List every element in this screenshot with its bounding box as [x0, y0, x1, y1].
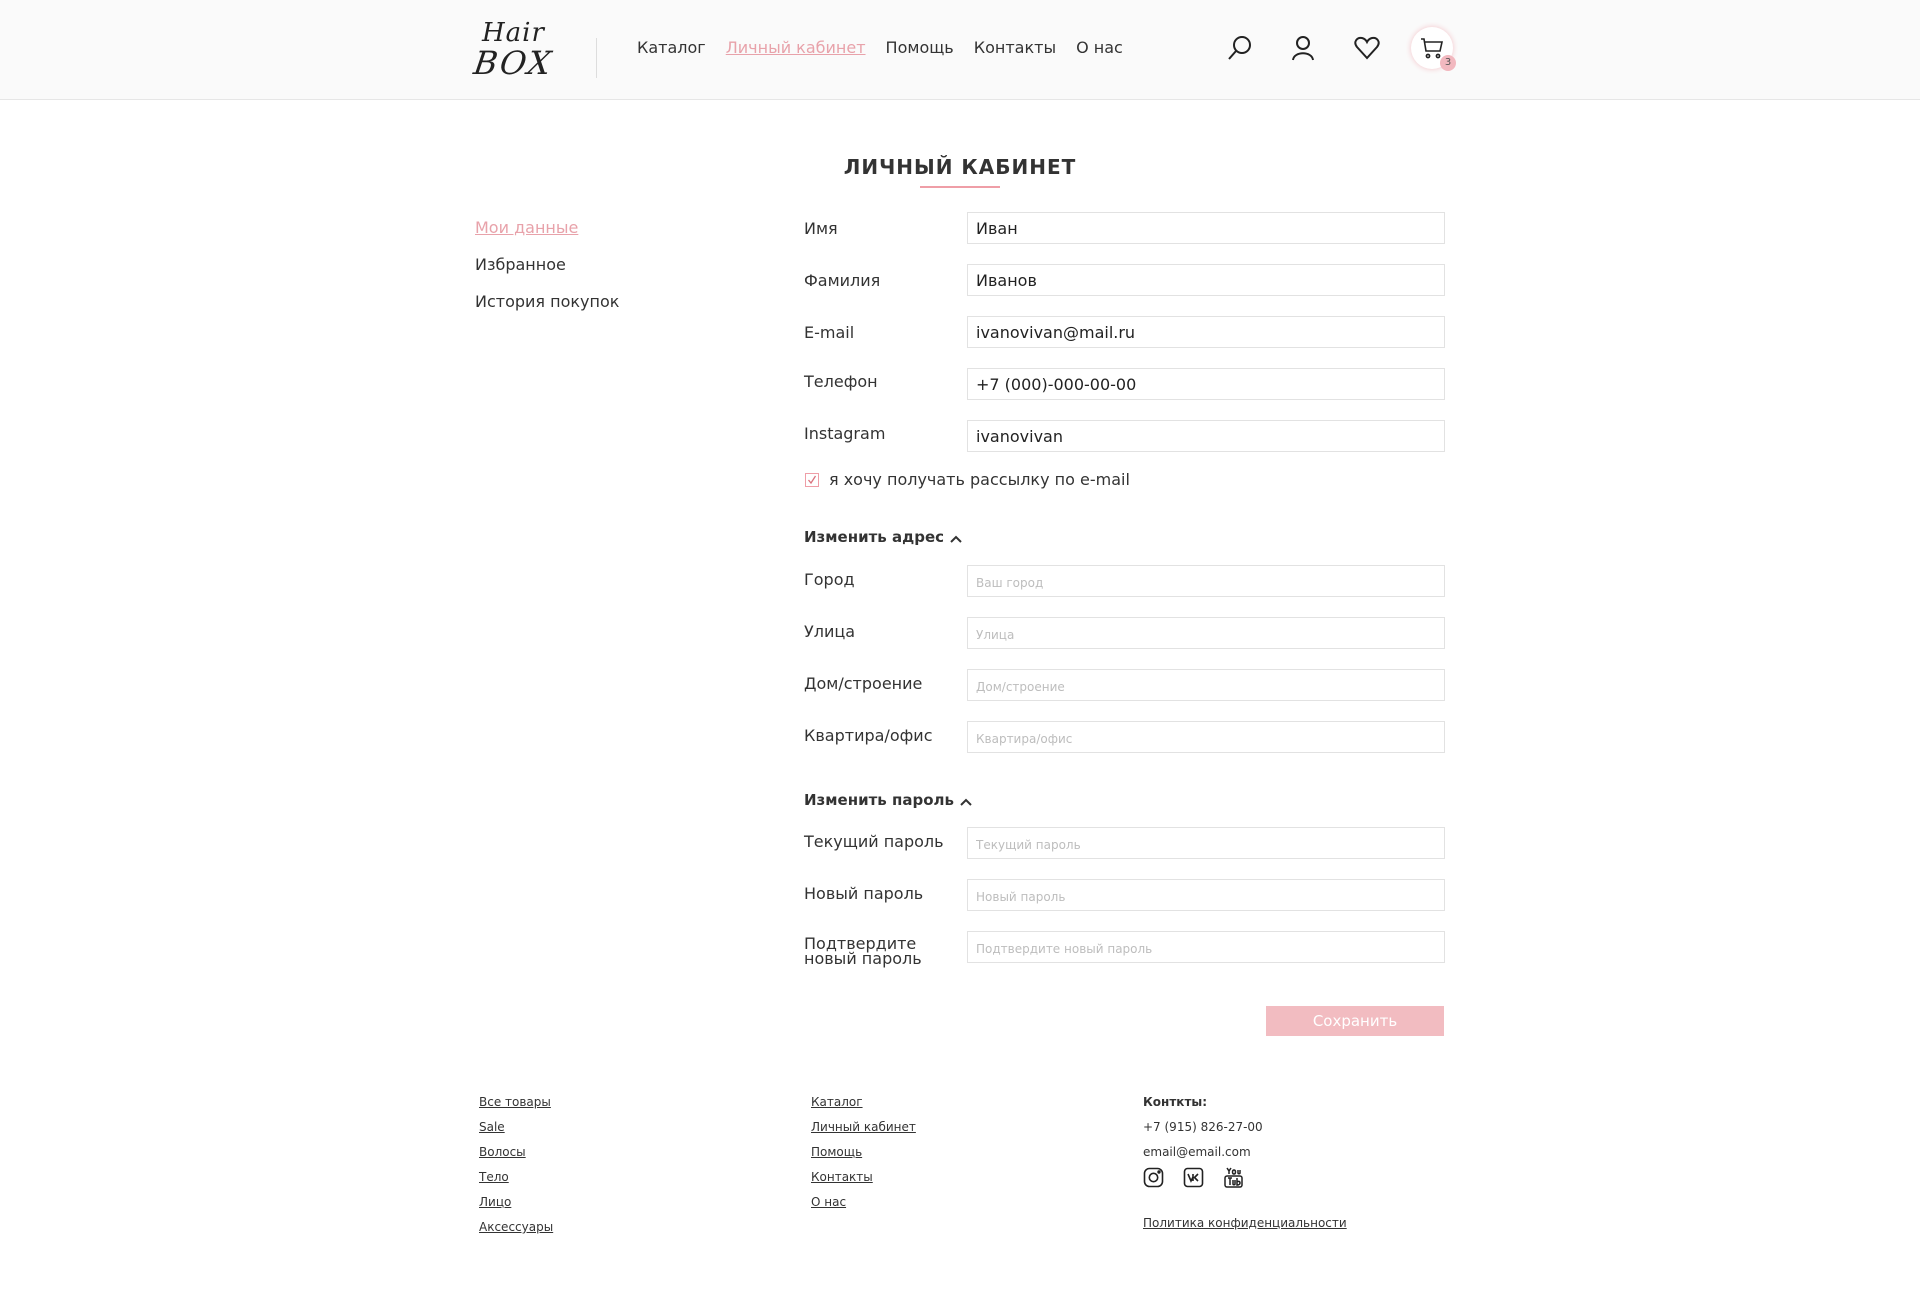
footer-link-accessories[interactable]: Аксессуары: [479, 1220, 553, 1245]
sidebar-item-favorites[interactable]: Избранное: [475, 255, 619, 275]
footer-link-contacts[interactable]: Контакты: [811, 1170, 916, 1195]
search-icon[interactable]: [1226, 34, 1254, 62]
newsletter-label: я хочу получать рассылку по e-mail: [829, 470, 1130, 489]
site-header: Hair BOX Каталог Личный кабинет Помощь К…: [0, 0, 1920, 100]
footer-phone[interactable]: +7 (915) 826-27-00: [1143, 1120, 1263, 1145]
current-password-label: Текущий пароль: [804, 832, 944, 851]
password-toggle[interactable]: Изменить пароль: [804, 791, 972, 810]
title-underline: [920, 186, 1000, 188]
footer-link-catalog[interactable]: Каталог: [811, 1095, 916, 1120]
footer-link-all-products[interactable]: Все товары: [479, 1095, 553, 1120]
footer-site-links: Каталог Личный кабинет Помощь Контакты О…: [811, 1095, 916, 1220]
phone-label: Телефон: [804, 372, 878, 391]
street-label: Улица: [804, 622, 856, 641]
instagram-icon[interactable]: [1143, 1167, 1164, 1188]
new-password-label: Новый пароль: [804, 884, 924, 903]
password-heading: Изменить пароль: [804, 791, 954, 809]
nav-catalog[interactable]: Каталог: [637, 38, 706, 57]
confirm-password-label: Подтвердите новый пароль: [804, 936, 922, 968]
logo[interactable]: Hair BOX: [471, 18, 556, 82]
cart-count-badge: 3: [1440, 55, 1456, 71]
header-divider: [596, 38, 597, 78]
sidebar-item-my-data[interactable]: Мои данные: [475, 218, 619, 238]
first-name-field[interactable]: [967, 212, 1445, 244]
footer-link-sale[interactable]: Sale: [479, 1120, 553, 1145]
building-field[interactable]: [967, 669, 1445, 701]
street-field[interactable]: [967, 617, 1445, 649]
footer-shop-links: Все товары Sale Волосы Тело Лицо Аксессу…: [479, 1095, 553, 1245]
confirm-password-field[interactable]: [967, 931, 1445, 963]
chevron-up-icon: [960, 792, 972, 810]
phone-field[interactable]: [967, 368, 1445, 400]
footer-link-about[interactable]: О нас: [811, 1195, 916, 1220]
nav-about[interactable]: О нас: [1076, 38, 1123, 57]
footer-link-help[interactable]: Помощь: [811, 1145, 916, 1170]
user-icon[interactable]: [1289, 34, 1317, 62]
nav-account[interactable]: Личный кабинет: [726, 38, 866, 57]
sidebar-item-purchase-history[interactable]: История покупок: [475, 292, 619, 312]
cart-icon: [1421, 38, 1443, 59]
building-label: Дом/строение: [804, 674, 923, 693]
footer-link-account[interactable]: Личный кабинет: [811, 1120, 916, 1145]
first-name-label: Имя: [804, 219, 838, 238]
new-password-field[interactable]: [967, 879, 1445, 911]
last-name-label: Фамилия: [804, 271, 881, 290]
vk-icon[interactable]: [1183, 1167, 1204, 1188]
footer-link-hair[interactable]: Волосы: [479, 1145, 553, 1170]
email-field[interactable]: [967, 316, 1445, 348]
footer-contacts: Конткты: +7 (915) 826-27-00 email@email.…: [1143, 1095, 1263, 1170]
footer-link-face[interactable]: Лицо: [479, 1195, 553, 1220]
account-sidebar: Мои данные Избранное История покупок: [475, 218, 619, 329]
email-label: E-mail: [804, 323, 855, 342]
apartment-field[interactable]: [967, 721, 1445, 753]
logo-line2: BOX: [471, 44, 556, 82]
apartment-label: Квартира/офис: [804, 726, 933, 745]
confirm-password-label-line2: новый пароль: [804, 949, 922, 968]
save-button[interactable]: Сохранить: [1266, 1006, 1444, 1036]
city-field[interactable]: [967, 565, 1445, 597]
nav-contacts[interactable]: Контакты: [974, 38, 1056, 57]
instagram-label: Instagram: [804, 424, 886, 443]
current-password-field[interactable]: [967, 827, 1445, 859]
instagram-field[interactable]: [967, 420, 1445, 452]
heart-icon[interactable]: [1353, 34, 1381, 62]
footer-contacts-heading: Конткты:: [1143, 1095, 1208, 1109]
newsletter-checkbox[interactable]: [805, 473, 819, 487]
chevron-up-icon: [950, 529, 962, 547]
youtube-icon[interactable]: [1223, 1167, 1244, 1188]
social-links: [1143, 1167, 1244, 1188]
last-name-field[interactable]: [967, 264, 1445, 296]
nav-help[interactable]: Помощь: [886, 38, 954, 57]
address-toggle[interactable]: Изменить адрес: [804, 528, 962, 547]
main-nav: Каталог Личный кабинет Помощь Контакты О…: [637, 38, 1123, 57]
footer-link-body[interactable]: Тело: [479, 1170, 553, 1195]
check-icon: [808, 475, 817, 485]
page-title: ЛИЧНЫЙ КАБИНЕТ: [843, 155, 1077, 179]
city-label: Город: [804, 570, 855, 589]
address-heading: Изменить адрес: [804, 528, 945, 546]
cart-button[interactable]: 3: [1411, 27, 1456, 71]
privacy-policy-link[interactable]: Политика конфиденциальности: [1143, 1216, 1347, 1230]
